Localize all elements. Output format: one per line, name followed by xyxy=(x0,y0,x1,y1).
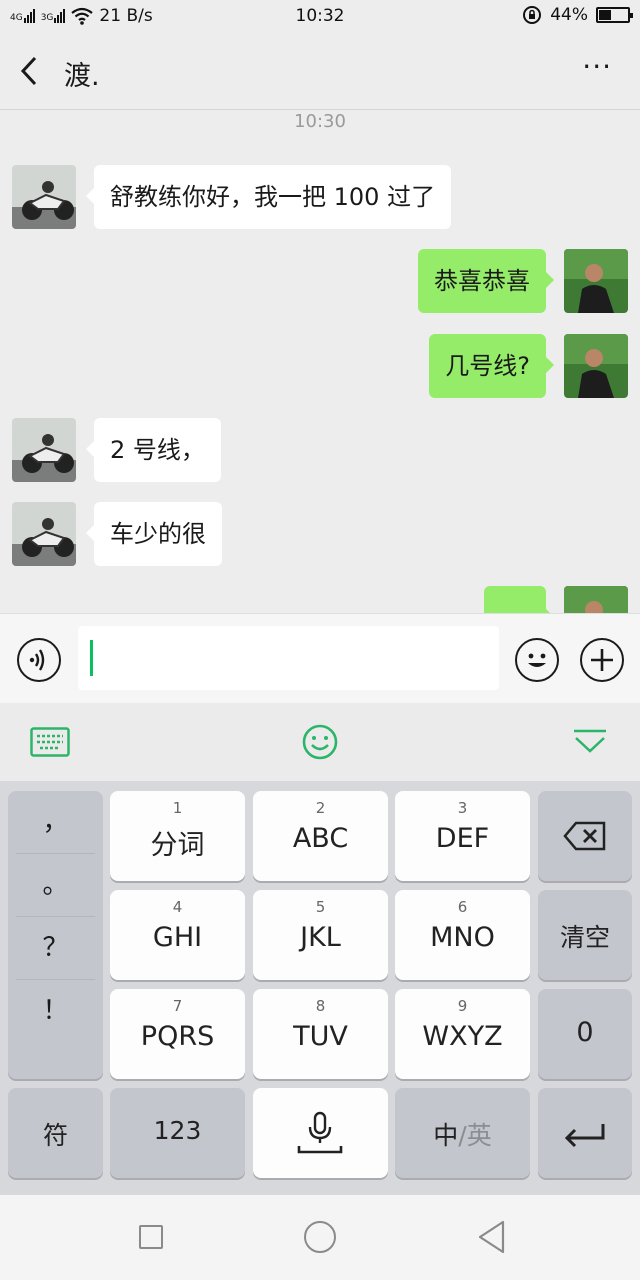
more-button[interactable]: ··· xyxy=(582,50,612,83)
message-bubble[interactable]: 车少的很 xyxy=(86,502,222,566)
key-number: 2 xyxy=(315,799,326,817)
key-label: 0 xyxy=(576,1017,594,1048)
key-label: 符 xyxy=(42,1121,68,1150)
key-number: 8 xyxy=(315,997,326,1015)
system-nav-bar xyxy=(0,1195,640,1280)
smiley-icon[interactable] xyxy=(301,723,339,761)
avatar[interactable] xyxy=(564,249,628,313)
message-bubble[interactable]: 2 号线， xyxy=(86,418,221,482)
message-input[interactable] xyxy=(78,626,499,690)
punct-key[interactable]: ， xyxy=(16,791,95,854)
message-bubble[interactable]: 舒教练你好，我一把 100 过了 xyxy=(85,165,452,229)
key-8[interactable]: 8 TUV xyxy=(253,989,388,1079)
key-5[interactable]: 5 JKL xyxy=(253,890,388,980)
message-item[interactable] xyxy=(484,586,628,613)
key-number: 3 xyxy=(457,799,468,817)
key-number: 5 xyxy=(315,898,326,916)
message-list[interactable]: 10:30 舒教练你好，我一把 100 过了 恭喜恭喜 几号线? 2 号线， 车… xyxy=(0,111,640,613)
numbers-key[interactable]: 123 xyxy=(110,1088,245,1178)
battery-icon xyxy=(596,7,633,23)
space-voice-key[interactable] xyxy=(253,1088,388,1178)
backspace-key[interactable] xyxy=(538,791,632,881)
key-label: DEF xyxy=(435,823,490,854)
avatar[interactable] xyxy=(12,418,76,482)
emoji-button[interactable] xyxy=(515,638,559,682)
keyboard-icon[interactable] xyxy=(30,727,70,757)
key-label: JKL xyxy=(300,922,341,953)
key-1[interactable]: 1 分词 xyxy=(110,791,245,881)
rotation-lock-icon xyxy=(523,6,542,24)
key-label: 分词 xyxy=(150,830,205,861)
recents-button[interactable] xyxy=(139,1225,163,1249)
language-label: 中/英 xyxy=(395,1116,530,1152)
zero-key[interactable]: 0 xyxy=(538,989,632,1079)
key-label: PQRS xyxy=(140,1021,215,1052)
message-timestamp: 10:30 xyxy=(294,111,346,132)
ime-keyboard: ， 。 ？ ！ 1 分词 2 ABC 3 DEF 4 GHI 5 JKL 6 MNO 清空 … xyxy=(0,781,640,1195)
avatar[interactable] xyxy=(564,334,628,398)
key-label: 清空 xyxy=(559,923,610,952)
mic-icon xyxy=(297,1111,343,1154)
voice-icon xyxy=(29,649,45,671)
punct-key[interactable]: ！ xyxy=(16,980,95,1043)
key-7[interactable]: 7 PQRS xyxy=(110,989,245,1079)
key-4[interactable]: 4 GHI xyxy=(110,890,245,980)
key-6[interactable]: 6 MNO xyxy=(395,890,530,980)
message-item[interactable]: 车少的很 xyxy=(12,502,222,566)
battery-percent: 44% xyxy=(550,5,588,25)
key-9[interactable]: 9 WXYZ xyxy=(395,989,530,1079)
key-number: 7 xyxy=(172,997,183,1015)
collapse-icon[interactable] xyxy=(572,729,608,755)
message-bubble[interactable]: 恭喜恭喜 xyxy=(418,249,554,313)
message-item[interactable]: 2 号线， xyxy=(12,418,221,482)
back-icon xyxy=(20,56,37,86)
key-label: TUV xyxy=(293,1021,348,1052)
message-bubble[interactable]: 几号线? xyxy=(429,334,554,398)
enter-key[interactable] xyxy=(538,1088,632,1178)
punct-key[interactable]: 。 xyxy=(16,854,95,917)
key-label: ABC xyxy=(292,823,349,854)
voice-button[interactable] xyxy=(17,638,61,682)
key-label: 123 xyxy=(153,1116,202,1145)
message-item[interactable]: 舒教练你好，我一把 100 过了 xyxy=(12,165,452,229)
key-number: 6 xyxy=(457,898,468,916)
avatar[interactable] xyxy=(564,586,628,613)
emoji-icon xyxy=(528,653,546,667)
punct-key[interactable]: ？ xyxy=(16,917,95,980)
lang-primary: 中 xyxy=(433,1121,459,1150)
key-number: 9 xyxy=(457,997,468,1015)
message-bubble[interactable] xyxy=(484,586,554,613)
avatar[interactable] xyxy=(12,502,76,566)
key-label: WXYZ xyxy=(422,1021,503,1052)
status-bar: 4G 3G 21 B/s 10:32 44% xyxy=(0,0,640,34)
key-number: 1 xyxy=(172,799,183,817)
language-switch-key[interactable]: 中/英 xyxy=(395,1088,530,1178)
backspace-icon xyxy=(563,821,606,851)
key-3[interactable]: 3 DEF xyxy=(395,791,530,881)
key-label: GHI xyxy=(152,922,203,953)
back-button[interactable] xyxy=(20,56,38,92)
keyboard-toolbar xyxy=(0,703,640,781)
lang-secondary: /英 xyxy=(458,1121,492,1150)
punctuation-list[interactable]: ， 。 ？ ！ xyxy=(8,791,103,1079)
input-bar xyxy=(0,613,640,703)
more-icon: ··· xyxy=(582,50,612,83)
chat-title: 渡. xyxy=(64,61,100,92)
message-item[interactable]: 几号线? xyxy=(429,334,628,398)
key-label: MNO xyxy=(430,922,495,953)
symbols-key[interactable]: 符 xyxy=(8,1088,103,1178)
clear-key[interactable]: 清空 xyxy=(538,890,632,980)
nav-back-icon[interactable] xyxy=(477,1220,507,1254)
key-number: 4 xyxy=(172,898,183,916)
plus-icon xyxy=(591,649,613,671)
avatar[interactable] xyxy=(12,165,76,229)
home-button[interactable] xyxy=(304,1221,336,1253)
chat-header: 渡. ··· xyxy=(0,34,640,110)
key-2[interactable]: 2 ABC xyxy=(253,791,388,881)
text-cursor xyxy=(90,640,93,676)
enter-icon xyxy=(564,1124,605,1148)
message-item[interactable]: 恭喜恭喜 xyxy=(418,249,628,313)
more-functions-button[interactable] xyxy=(580,638,624,682)
